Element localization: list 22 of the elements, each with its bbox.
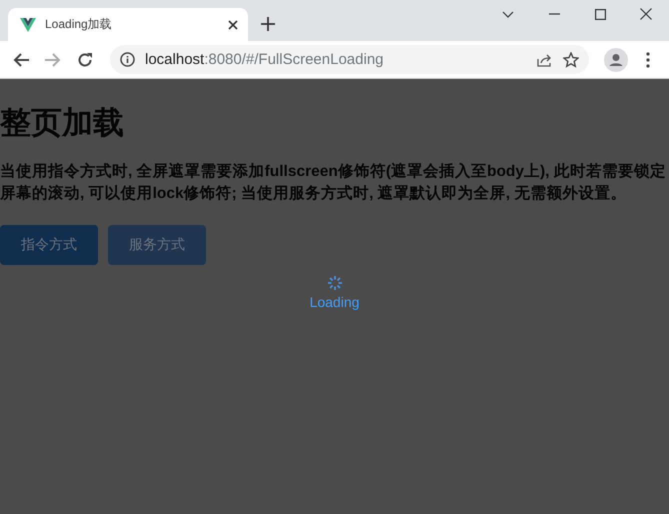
close-icon[interactable] bbox=[640, 8, 652, 20]
page-heading: 整页加载 bbox=[0, 105, 125, 141]
plus-icon[interactable] bbox=[261, 17, 275, 31]
browser-tab[interactable]: Loading加载 bbox=[8, 8, 248, 41]
spinner-icon bbox=[326, 275, 342, 291]
back-arrow-icon[interactable] bbox=[13, 52, 29, 66]
reload-icon[interactable] bbox=[77, 52, 93, 68]
info-icon bbox=[120, 52, 135, 67]
url-text: localhost:8080/#/FullScreenLoading bbox=[145, 51, 384, 68]
chevron-down-icon[interactable] bbox=[502, 10, 514, 18]
more-menu-icon[interactable] bbox=[646, 52, 650, 68]
minimize-icon[interactable] bbox=[548, 13, 560, 15]
share-icon[interactable] bbox=[537, 52, 553, 66]
loading-text: Loading bbox=[310, 294, 360, 310]
close-icon[interactable] bbox=[228, 20, 238, 30]
star-icon[interactable] bbox=[563, 52, 579, 68]
address-bar[interactable]: localhost:8080/#/FullScreenLoading bbox=[110, 45, 589, 74]
maximize-icon[interactable] bbox=[594, 8, 606, 20]
logo-icon bbox=[20, 18, 36, 32]
description-text: 当使用指令方式时, 全屏遮罩需要添加fullscreen修饰符(遮罩会插入至body上), 此时若需要锁定屏幕的滚动, 可以使用lock修饰符; 当使用服务方式时, 遮罩默认即为全屏, 无需额外设置。 bbox=[0, 162, 667, 204]
tab-title: Loading加载 bbox=[45, 16, 113, 33]
profile-avatar-icon[interactable] bbox=[604, 48, 628, 72]
